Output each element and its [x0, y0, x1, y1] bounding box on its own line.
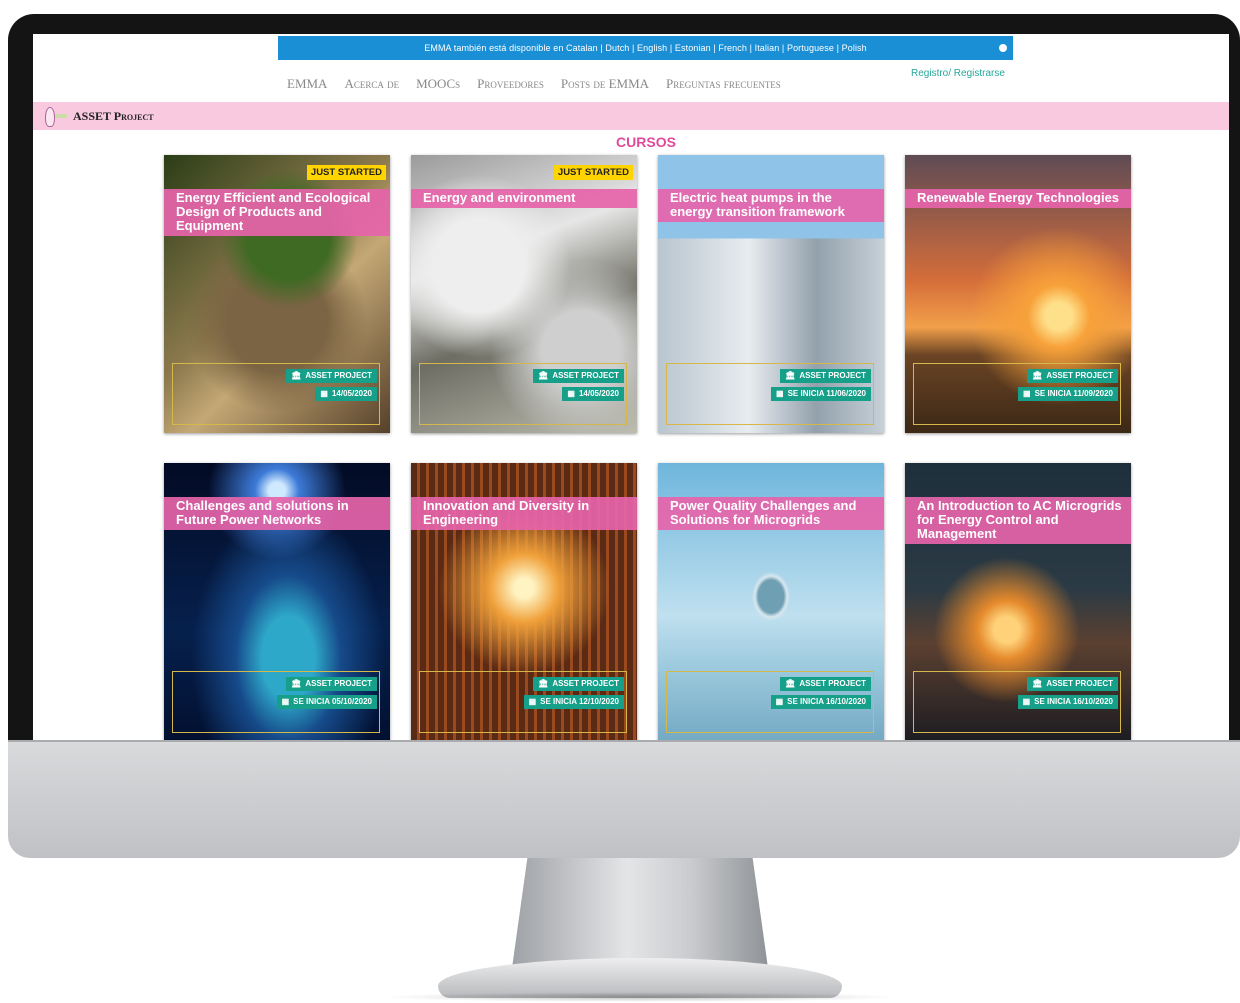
provider-label: ASSET PROJECT	[1046, 679, 1113, 688]
project-bar: ASSET Project	[33, 102, 1229, 130]
date-label: 14/05/2020	[331, 389, 372, 398]
monitor-chin	[8, 740, 1240, 858]
institution-icon: 🏛	[1032, 371, 1043, 380]
course-title[interactable]: Energy Efficient and Ecological Design o…	[164, 189, 390, 236]
date-chip: ▦ SE INICIA 11/06/2020	[771, 387, 871, 401]
institution-icon: 🏛	[291, 679, 302, 688]
provider-chip[interactable]: 🏛 ASSET PROJECT	[1027, 677, 1118, 691]
calendar-icon: ▦	[528, 697, 537, 706]
course-title[interactable]: Innovation and Diversity in Engineering	[411, 497, 637, 530]
institution-icon: 🏛	[538, 371, 549, 380]
provider-chip[interactable]: 🏛 ASSET PROJECT	[780, 369, 871, 383]
section-title: CURSOS	[616, 134, 676, 150]
provider-label: ASSET PROJECT	[305, 371, 372, 380]
date-label: SE INICIA 05/10/2020	[293, 697, 372, 706]
date-chip: ▦ SE INICIA 16/10/2020	[770, 695, 871, 709]
course-card[interactable]: Power Quality Challenges and Solutions f…	[658, 463, 884, 740]
calendar-icon: ▦	[775, 697, 784, 706]
stand-shadow	[380, 992, 900, 1002]
close-banner-icon[interactable]	[999, 44, 1007, 52]
provider-chip[interactable]: 🏛 ASSET PROJECT	[533, 369, 624, 383]
provider-label: ASSET PROJECT	[552, 679, 619, 688]
course-title[interactable]: Challenges and solutions in Future Power…	[164, 497, 390, 530]
provider-label: ASSET PROJECT	[799, 679, 866, 688]
date-label: SE INICIA 16/10/2020	[1034, 697, 1113, 706]
date-chip: ▦ SE INICIA 11/09/2020	[1018, 387, 1118, 401]
project-name[interactable]: ASSET Project	[73, 109, 154, 124]
date-chip: ▦ SE INICIA 05/10/2020	[276, 695, 377, 709]
nav-item-about[interactable]: Acerca de	[344, 76, 399, 92]
language-banner-text[interactable]: EMMA también está disponible en Catalan …	[424, 43, 867, 53]
course-title[interactable]: Renewable Energy Technologies	[905, 189, 1131, 208]
nav-item-posts[interactable]: Posts de EMMA	[561, 76, 649, 92]
just-started-badge: JUST STARTED	[553, 165, 633, 180]
date-label: SE INICIA 12/10/2020	[540, 697, 619, 706]
date-label: 14/05/2020	[578, 389, 619, 398]
nav-item-emma[interactable]: EMMA	[287, 76, 327, 92]
provider-chip[interactable]: 🏛 ASSET PROJECT	[1027, 369, 1118, 383]
institution-icon: 🏛	[785, 679, 796, 688]
course-card[interactable]: Challenges and solutions in Future Power…	[164, 463, 390, 740]
just-started-badge: JUST STARTED	[306, 165, 386, 180]
provider-chip[interactable]: 🏛 ASSET PROJECT	[780, 677, 871, 691]
nav-item-moocs[interactable]: MOOCs	[416, 76, 460, 92]
provider-chip[interactable]: 🏛 ASSET PROJECT	[286, 369, 377, 383]
date-chip: ▦ SE INICIA 12/10/2020	[523, 695, 624, 709]
calendar-icon: ▦	[320, 389, 328, 398]
course-title[interactable]: An Introduction to AC Microgrids for Ene…	[905, 497, 1131, 544]
language-banner: EMMA también está disponible en Catalan …	[278, 36, 1013, 60]
main-nav: EMMA Acerca de MOOCs Proveedores Posts d…	[287, 76, 781, 92]
screen: EMMA también está disponible en Catalan …	[33, 34, 1229, 740]
course-card[interactable]: An Introduction to AC Microgrids for Ene…	[905, 463, 1131, 740]
calendar-icon: ▦	[1022, 697, 1031, 706]
course-title[interactable]: Energy and environment	[411, 189, 637, 208]
calendar-icon: ▦	[281, 697, 290, 706]
institution-icon: 🏛	[785, 371, 796, 380]
institution-icon: 🏛	[538, 679, 549, 688]
course-card[interactable]: Electric heat pumps in the energy transi…	[658, 155, 884, 433]
nav-item-faq[interactable]: Preguntas frecuentes	[666, 76, 781, 92]
date-label: SE INICIA 11/09/2020	[1034, 389, 1113, 398]
calendar-icon: ▦	[776, 389, 784, 398]
course-card[interactable]: Renewable Energy Technologies 🏛 ASSET PRO…	[905, 155, 1131, 433]
provider-chip[interactable]: 🏛 ASSET PROJECT	[533, 677, 624, 691]
course-card[interactable]: Innovation and Diversity in Engineering …	[411, 463, 637, 740]
course-title[interactable]: Power Quality Challenges and Solutions f…	[658, 497, 884, 530]
monitor-mockup: EMMA también está disponible en Catalan …	[0, 0, 1240, 1003]
course-title[interactable]: Electric heat pumps in the energy transi…	[658, 189, 884, 222]
provider-label: ASSET PROJECT	[552, 371, 619, 380]
provider-label: ASSET PROJECT	[799, 371, 866, 380]
date-label: SE INICIA 16/10/2020	[787, 697, 866, 706]
institution-icon: 🏛	[291, 371, 302, 380]
provider-chip[interactable]: 🏛 ASSET PROJECT	[286, 677, 377, 691]
nav-item-providers[interactable]: Proveedores	[477, 76, 544, 92]
register-link[interactable]: Registro/ Registrarse	[911, 68, 1005, 79]
date-chip: ▦ 14/05/2020	[562, 387, 624, 401]
date-chip: ▦ SE INICIA 16/10/2020	[1017, 695, 1118, 709]
date-label: SE INICIA 11/06/2020	[787, 389, 866, 398]
monitor-stand-neck	[512, 858, 768, 968]
course-card[interactable]: JUST STARTED Energy and environment 🏛 ASS…	[411, 155, 637, 433]
provider-label: ASSET PROJECT	[1046, 371, 1113, 380]
date-chip: ▦ 14/05/2020	[315, 387, 377, 401]
calendar-icon: ▦	[567, 389, 575, 398]
project-logo	[39, 105, 69, 127]
provider-label: ASSET PROJECT	[305, 679, 372, 688]
calendar-icon: ▦	[1023, 389, 1031, 398]
course-card[interactable]: JUST STARTED Energy Efficient and Ecolog…	[164, 155, 390, 433]
institution-icon: 🏛	[1032, 679, 1043, 688]
